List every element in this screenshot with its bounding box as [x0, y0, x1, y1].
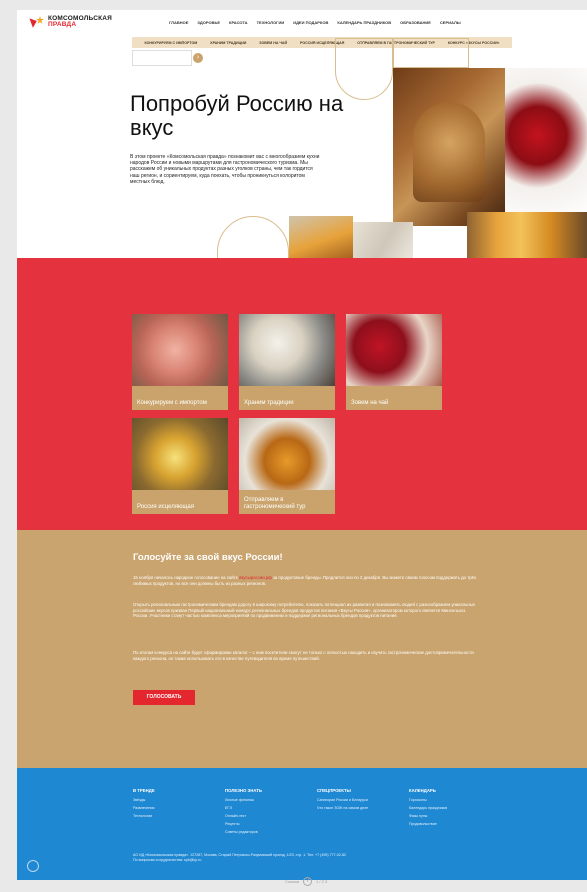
category-card-import[interactable]: Конкурируем с импортом: [132, 314, 228, 410]
footer-column-calendar: Календарь Гороскопы Календарь праздников…: [409, 788, 447, 830]
footer-copyright: АО ИД «Комсомольская правда». 127287, Мо…: [133, 853, 346, 863]
footer-link[interactable]: Гороскопы: [409, 798, 447, 802]
vote-section: Голосуйте за свой вкус России! 15 ноября…: [17, 530, 587, 768]
footer-column-title: Полезно знать: [225, 788, 262, 793]
vote-paragraph-1: 15 ноября началось народное голосование …: [133, 575, 478, 586]
subnav-item-traditions[interactable]: Храним традиции: [210, 41, 246, 45]
footer-link[interactable]: ЕГЭ: [225, 806, 262, 810]
logo-line-2: правда: [48, 21, 77, 28]
footer-link[interactable]: Советы редакторов: [225, 830, 262, 834]
cherry-photo: [505, 68, 587, 218]
nav-item-health[interactable]: Здоровье: [197, 20, 220, 25]
nav-item-tech[interactable]: Технологии: [257, 20, 285, 25]
vote-text: 15 ноября началось народное голосование …: [133, 575, 240, 580]
help-icon[interactable]: ?: [303, 877, 313, 886]
footer-link[interactable]: Развлечения: [133, 806, 155, 810]
hero-description: В этом проекте «Комсомольская правда» по…: [130, 154, 320, 185]
main-nav: Главное Здоровье Красота Технологии Идеи…: [169, 20, 470, 25]
scroll-up-icon[interactable]: [27, 860, 39, 872]
categories-section: Конкурируем с импортом Храним традиции З…: [17, 258, 587, 530]
vote-paragraph-3: По итогам конкурса на сайте будет сформи…: [133, 650, 474, 661]
category-label: Конкурируем с импортом: [137, 399, 207, 406]
logo-icon: [31, 15, 45, 29]
decorative-ornament: [393, 38, 469, 68]
category-label: Отправляем в гастрономический тур: [244, 497, 306, 510]
category-label: Россия исцеляющая: [137, 503, 194, 510]
vote-paragraph-2: Открыть региональным гастрономическим бр…: [133, 602, 475, 619]
nav-item-gifts[interactable]: Идеи подарков: [293, 20, 328, 25]
footer-link[interactable]: Санатории России и Беларуси: [317, 798, 368, 802]
site-logo[interactable]: Комсомольская правда: [31, 15, 112, 29]
chamomile-tea-photo: [132, 418, 228, 490]
footer: В тренде Звёзды Развлечения Технологии П…: [17, 768, 587, 880]
footer-link[interactable]: Звёзды: [133, 798, 155, 802]
cheese-photo: [239, 314, 335, 386]
footer-column-title: В тренде: [133, 788, 155, 793]
honey-dipper-photo: [239, 418, 335, 490]
footer-link[interactable]: Фазы луны: [409, 814, 447, 818]
pager-count: 1 / 2 3: [316, 879, 328, 884]
footer-column-useful: Полезно знать Личные финансы ЕГЭ Онлайн-…: [225, 788, 262, 838]
nav-item-education[interactable]: Образование: [400, 20, 431, 25]
contact-line: По вопросам сотрудничества: spb@kp.ru: [133, 858, 202, 862]
search-box[interactable]: ›: [132, 50, 203, 66]
footer-link[interactable]: Онлайн-тест: [225, 814, 262, 818]
footer-link[interactable]: Рецепты: [225, 822, 262, 826]
subnav-item-tea[interactable]: Зовем на чай: [259, 41, 287, 45]
nav-item-beauty[interactable]: Красота: [229, 20, 248, 25]
jam-photo: [346, 314, 442, 386]
page: Комсомольская правда Главное Здоровье Кр…: [17, 10, 587, 880]
footer-link[interactable]: Технологии: [133, 814, 155, 818]
page-title: Попробуй Россию на вкус: [130, 91, 344, 140]
nav-item-main[interactable]: Главное: [169, 20, 188, 25]
meat-photo: [132, 314, 228, 386]
category-label: Храним традиции: [244, 399, 294, 406]
category-label: Зовем на чай: [351, 399, 389, 406]
vote-site-link[interactable]: вкусыроссии.рф: [239, 575, 272, 580]
vote-button[interactable]: ГОЛОСОВАТЬ: [133, 690, 195, 705]
footer-column-title: Спецпроекты: [317, 788, 351, 793]
pager-label: Ссылки: [285, 879, 300, 884]
vote-title: Голосуйте за свой вкус России!: [133, 552, 283, 563]
arrow-right-icon[interactable]: ›: [193, 53, 203, 63]
footer-link[interactable]: Продовольствие: [409, 822, 447, 826]
nav-item-series[interactable]: Сериалы: [440, 20, 461, 25]
gingerbread-pattern: [413, 102, 485, 202]
footer-link[interactable]: Личные финансы: [225, 798, 262, 802]
category-card-tour[interactable]: Отправляем в гастрономический тур: [239, 418, 335, 514]
category-card-traditions[interactable]: Храним традиции: [239, 314, 335, 410]
footer-column-specials: Спецпроекты Санатории России и Беларуси …: [317, 788, 368, 814]
footer-column-trends: В тренде Звёзды Развлечения Технологии: [133, 788, 155, 822]
footer-link[interactable]: Календарь праздников: [409, 806, 447, 810]
decorative-ornament: [335, 38, 393, 100]
nav-item-calendar[interactable]: Календарь праздников: [337, 20, 391, 25]
category-card-tea[interactable]: Зовем на чай: [346, 314, 442, 410]
page-controls: Ссылки ? 1 / 2 3: [285, 877, 327, 886]
category-card-healing[interactable]: Россия исцеляющая: [132, 418, 228, 514]
top-navigation-bar: Комсомольская правда Главное Здоровье Кр…: [17, 10, 587, 36]
footer-column-title: Календарь: [409, 788, 436, 793]
subnav-item-import[interactable]: Конкурируем с импортом: [144, 41, 197, 45]
footer-link[interactable]: Что такое ЗОЖ на самом деле: [317, 806, 368, 810]
